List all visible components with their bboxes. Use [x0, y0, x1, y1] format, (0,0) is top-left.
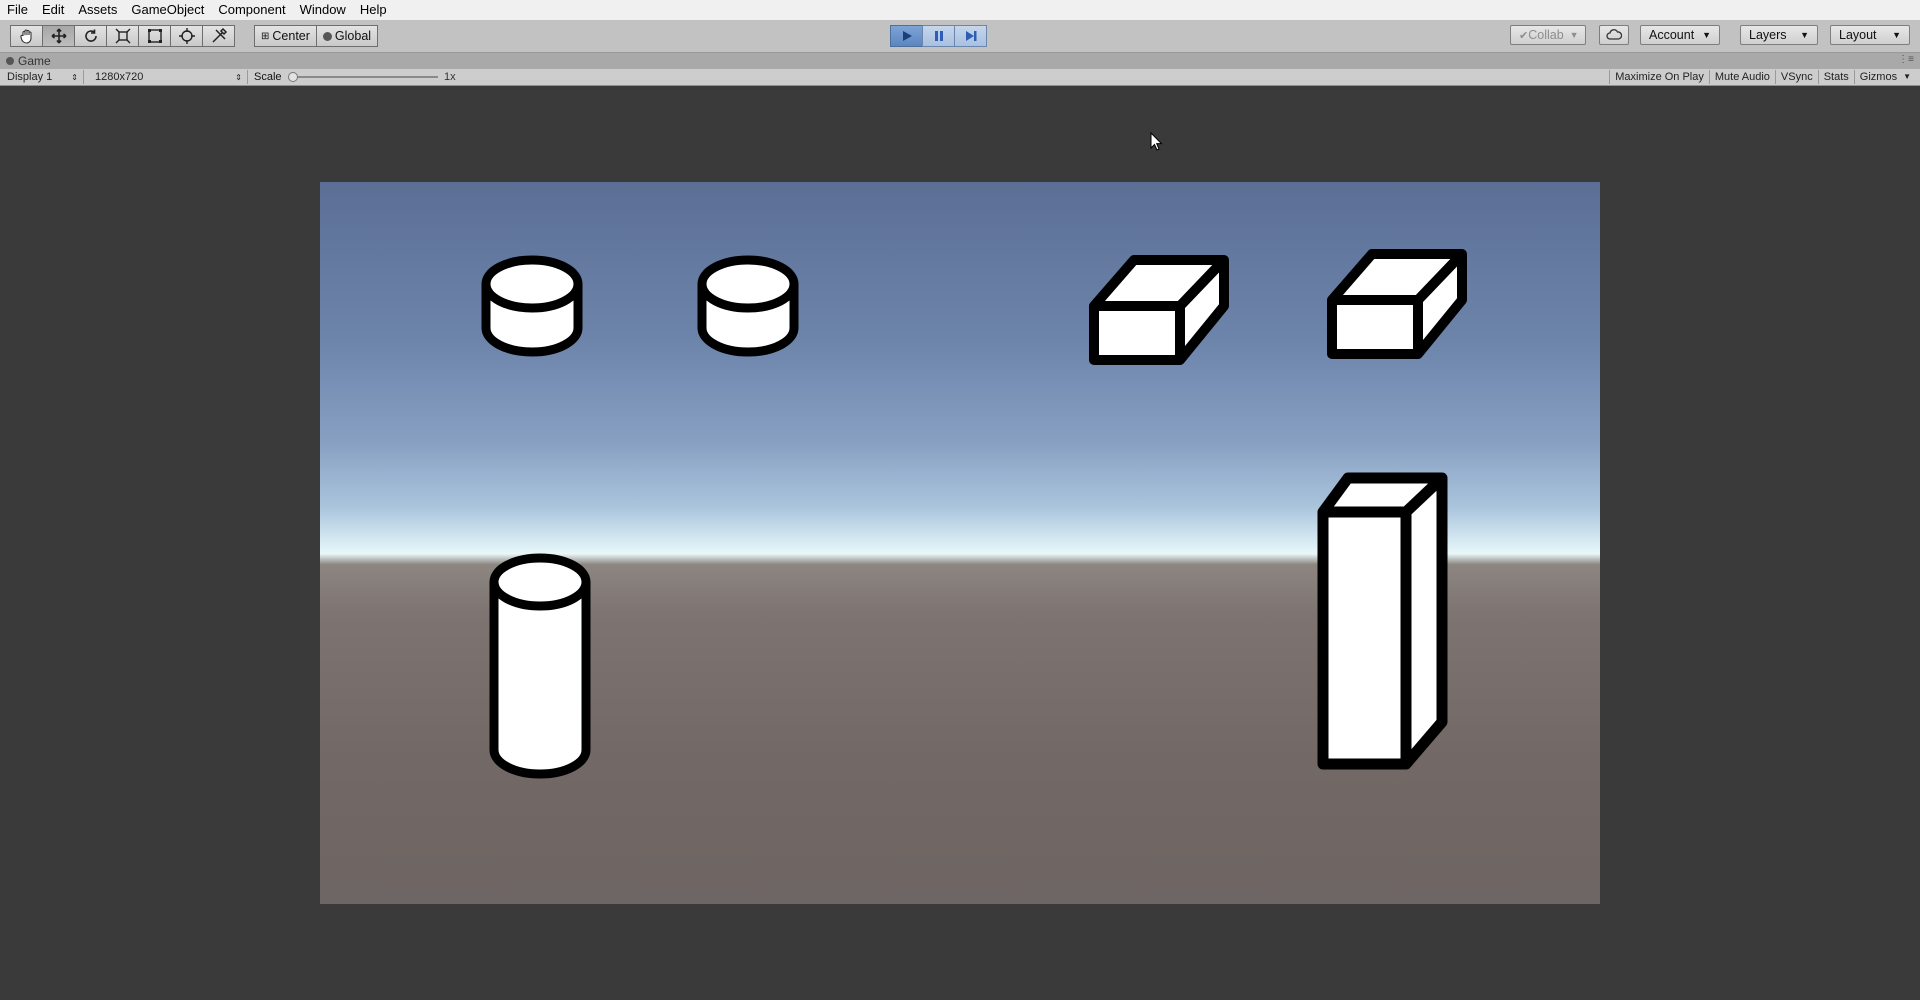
- scale-label: Scale: [254, 71, 282, 83]
- menu-file[interactable]: File: [0, 0, 35, 20]
- playback-controls: [890, 25, 987, 47]
- chevron-down-icon: ▼: [1903, 72, 1911, 81]
- rotate-icon: [84, 29, 97, 42]
- pause-button[interactable]: [922, 25, 955, 47]
- scale-slider-track[interactable]: [290, 76, 438, 78]
- move-tool-button[interactable]: [42, 25, 75, 47]
- updown-arrow-icon: ⇕: [235, 72, 242, 82]
- layers-label: Layers: [1749, 28, 1787, 42]
- game-view-buttons: Maximize On Play Mute Audio VSync Stats …: [1609, 70, 1916, 84]
- rect-transform-icon: [147, 29, 162, 43]
- transform-tools: [10, 25, 235, 47]
- account-area: Account ▼: [1640, 25, 1720, 45]
- tab-game-label: Game: [18, 54, 51, 68]
- display-label: Display 1: [7, 71, 53, 83]
- account-dropdown[interactable]: Account ▼: [1640, 25, 1720, 45]
- pacman-icon: [6, 57, 14, 65]
- globe-icon: [322, 31, 332, 41]
- rect-tool-button[interactable]: [138, 25, 171, 47]
- pivot-rotation-button[interactable]: Global: [315, 25, 379, 47]
- step-button[interactable]: [954, 25, 987, 47]
- layout-label: Layout: [1839, 28, 1877, 42]
- scale-icon: [115, 28, 130, 44]
- gizmos-dropdown[interactable]: Gizmos ▼: [1853, 70, 1916, 84]
- layout-dropdown[interactable]: Layout ▼: [1830, 25, 1910, 45]
- tall-box-object: [1317, 472, 1448, 770]
- cloud-button[interactable]: [1599, 25, 1629, 45]
- scale-tool-button[interactable]: [106, 25, 139, 47]
- layout-area: Layout ▼: [1830, 25, 1910, 45]
- chevron-down-icon: ▼: [1800, 30, 1809, 40]
- cloud-area: [1599, 25, 1629, 45]
- updown-arrow-icon: ⇕: [71, 72, 78, 82]
- resolution-label: 1280x720: [95, 71, 144, 83]
- collab-area: ✔ Collab ▼: [1510, 25, 1586, 45]
- menu-window[interactable]: Window: [293, 0, 353, 20]
- mouse-cursor-icon: [1150, 132, 1163, 151]
- short-cylinder-object: [481, 255, 583, 357]
- stats-toggle[interactable]: Stats: [1817, 70, 1854, 84]
- main-toolbar: ⊞ Center Global ✔ Collab ▼ Account ▼ Lay…: [0, 20, 1920, 53]
- menu-assets[interactable]: Assets: [71, 0, 124, 20]
- transform-icon: [178, 28, 195, 44]
- move-arrows-icon: [51, 28, 66, 44]
- pivot-toggles: ⊞ Center Global: [254, 25, 379, 47]
- transform-tool-button[interactable]: [170, 25, 203, 47]
- chevron-down-icon: ▼: [1892, 30, 1901, 40]
- chevron-down-icon: ▼: [1569, 30, 1579, 40]
- play-icon: [902, 31, 912, 41]
- maximize-on-play-toggle[interactable]: Maximize On Play: [1609, 70, 1709, 84]
- menu-help[interactable]: Help: [353, 0, 394, 20]
- pause-icon: [934, 31, 943, 41]
- play-button[interactable]: [890, 25, 923, 47]
- tab-game[interactable]: Game: [6, 53, 51, 69]
- game-viewport[interactable]: [320, 182, 1600, 904]
- layers-area: Layers ▼: [1740, 25, 1818, 45]
- collab-label: Collab: [1528, 28, 1564, 42]
- hand-icon: [19, 29, 32, 44]
- scale-slider-thumb[interactable]: [288, 72, 298, 82]
- pivot-rotation-label: Global: [334, 29, 372, 43]
- hand-tool-button[interactable]: [10, 25, 43, 47]
- window-tab-bar: Game ⋮≡: [0, 53, 1920, 70]
- scale-value: 1x: [444, 71, 456, 83]
- tab-options-icon[interactable]: ⋮≡: [1898, 54, 1914, 65]
- game-view-toolbar: Display 1 ⇕ 1280x720 ⇕ Scale 1x Maximize…: [0, 69, 1920, 86]
- pivot-mode-label: Center: [272, 29, 310, 43]
- tall-cylinder-object: [489, 553, 591, 779]
- menu-bar: File Edit Assets GameObject Component Wi…: [0, 0, 1920, 21]
- short-cylinder-object: [697, 255, 799, 357]
- display-select[interactable]: Display 1 ⇕: [2, 70, 84, 84]
- pivot-mode-button[interactable]: ⊞ Center: [254, 25, 317, 47]
- collab-dropdown[interactable]: ✔ Collab ▼: [1510, 25, 1586, 45]
- check-icon: ✔: [1519, 29, 1529, 42]
- resolution-select[interactable]: 1280x720 ⇕: [90, 70, 248, 84]
- account-label: Account: [1649, 28, 1695, 42]
- custom-tool-button[interactable]: [202, 25, 235, 47]
- layers-dropdown[interactable]: Layers ▼: [1740, 25, 1818, 45]
- step-icon: [965, 31, 976, 41]
- gizmos-label: Gizmos: [1859, 71, 1898, 83]
- rotate-tool-button[interactable]: [74, 25, 107, 47]
- pivot-center-icon: ⊞: [261, 30, 270, 42]
- menu-gameobject[interactable]: GameObject: [124, 0, 211, 20]
- tools-icon: [211, 27, 227, 43]
- mute-audio-toggle[interactable]: Mute Audio: [1708, 70, 1775, 84]
- vsync-toggle[interactable]: VSync: [1774, 70, 1818, 84]
- menu-component[interactable]: Component: [211, 0, 292, 20]
- short-cube-object: [1327, 249, 1467, 359]
- short-cube-object: [1089, 255, 1229, 365]
- cloud-icon: [1606, 29, 1622, 40]
- chevron-down-icon: ▼: [1702, 30, 1711, 40]
- menu-edit[interactable]: Edit: [35, 0, 71, 20]
